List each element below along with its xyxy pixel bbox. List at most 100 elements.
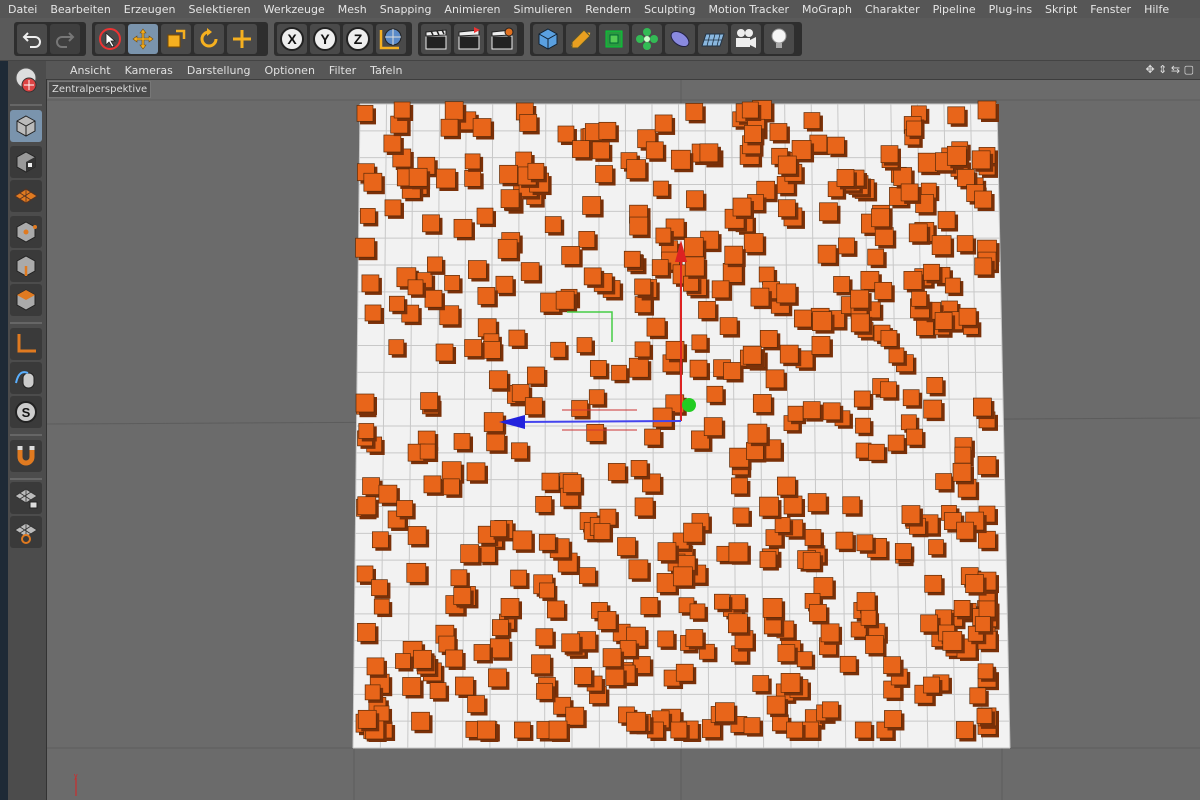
- cube-instance[interactable]: [464, 339, 485, 360]
- cube-instance[interactable]: [579, 567, 599, 587]
- cube-instance[interactable]: [486, 432, 508, 454]
- cube-instance[interactable]: [871, 208, 893, 230]
- cube-instance[interactable]: [723, 362, 744, 383]
- menu-mesh[interactable]: Mesh: [338, 3, 367, 16]
- cube-instance[interactable]: [777, 644, 798, 665]
- viewport-menu-filter[interactable]: Filter: [329, 64, 356, 77]
- workplane-align-button[interactable]: [10, 516, 42, 548]
- cube-instance[interactable]: [634, 341, 654, 360]
- cube-instance[interactable]: [719, 317, 741, 338]
- cube-instance[interactable]: [548, 720, 571, 742]
- cube-instance[interactable]: [860, 609, 880, 629]
- magnet-button[interactable]: [10, 440, 42, 472]
- cube-instance[interactable]: [591, 141, 613, 162]
- cube-instance[interactable]: [923, 399, 945, 422]
- cube-object-button[interactable]: [533, 24, 563, 54]
- cube-instance[interactable]: [958, 307, 980, 329]
- live-selection-button[interactable]: [95, 24, 125, 54]
- cube-instance[interactable]: [500, 189, 523, 211]
- cube-instance[interactable]: [453, 587, 474, 608]
- menu-selektieren[interactable]: Selektieren: [189, 3, 251, 16]
- cube-instance[interactable]: [884, 710, 905, 731]
- cube-instance[interactable]: [628, 357, 652, 381]
- x-axis-lock-button[interactable]: X: [277, 24, 307, 54]
- cube-instance[interactable]: [460, 544, 482, 566]
- cube-instance[interactable]: [510, 569, 530, 590]
- rotate-tool-button[interactable]: [194, 24, 224, 54]
- cube-instance[interactable]: [777, 476, 799, 499]
- cube-instance[interactable]: [827, 136, 848, 158]
- cube-instance[interactable]: [965, 574, 987, 596]
- cube-instance[interactable]: [804, 529, 824, 549]
- redo-button[interactable]: [50, 24, 80, 54]
- cube-instance[interactable]: [865, 635, 887, 657]
- cube-instance[interactable]: [586, 424, 607, 445]
- cube-instance[interactable]: [711, 280, 733, 301]
- cube-instance[interactable]: [473, 644, 493, 664]
- cube-instance[interactable]: [683, 237, 707, 260]
- cube-instance[interactable]: [395, 653, 414, 672]
- cube-instance[interactable]: [850, 313, 873, 335]
- cube-instance[interactable]: [724, 245, 746, 268]
- cube-instance[interactable]: [894, 543, 915, 563]
- cube-instance[interactable]: [626, 159, 649, 182]
- y-axis-lock-button[interactable]: Y: [310, 24, 340, 54]
- subdivision-surface-button[interactable]: [599, 24, 629, 54]
- cube-instance[interactable]: [854, 721, 875, 741]
- cube-instance[interactable]: [644, 428, 664, 449]
- cube-instance[interactable]: [765, 369, 788, 391]
- coordinate-system-button[interactable]: [376, 24, 406, 54]
- cube-instance[interactable]: [743, 233, 767, 256]
- cube-instance[interactable]: [880, 381, 900, 401]
- cube-instance[interactable]: [488, 370, 511, 392]
- cube-instance[interactable]: [802, 551, 824, 573]
- cube-instance[interactable]: [971, 150, 994, 172]
- cube-instance[interactable]: [833, 276, 853, 296]
- cube-instance[interactable]: [924, 574, 945, 596]
- cube-instance[interactable]: [422, 214, 443, 235]
- cube-instance[interactable]: [729, 594, 749, 613]
- cube-instance[interactable]: [880, 145, 901, 166]
- menu-bearbeiten[interactable]: Bearbeiten: [50, 3, 110, 16]
- cube-instance[interactable]: [973, 397, 995, 420]
- axis-mode-button[interactable]: [10, 328, 42, 360]
- cube-instance[interactable]: [440, 118, 461, 140]
- cube-instance[interactable]: [455, 676, 477, 698]
- cube-instance[interactable]: [419, 443, 439, 463]
- cube-instance[interactable]: [393, 101, 414, 121]
- cube-instance[interactable]: [974, 190, 995, 212]
- palette-toggle-button[interactable]: [10, 64, 42, 96]
- cube-instance[interactable]: [478, 545, 499, 566]
- cube-instance[interactable]: [544, 216, 565, 236]
- recent-tool-button[interactable]: [227, 24, 257, 54]
- cube-instance[interactable]: [373, 598, 393, 618]
- cube-instance[interactable]: [728, 613, 751, 636]
- cube-instance[interactable]: [706, 385, 726, 406]
- viewport-menu-kameras[interactable]: Kameras: [125, 64, 173, 77]
- cube-instance[interactable]: [508, 329, 528, 350]
- cube-instance[interactable]: [607, 463, 629, 484]
- cube-instance[interactable]: [602, 648, 625, 670]
- menu-mograph[interactable]: MoGraph: [802, 3, 852, 16]
- cube-instance[interactable]: [935, 473, 955, 493]
- cube-instance[interactable]: [561, 246, 583, 268]
- cube-instance[interactable]: [363, 172, 385, 195]
- cube-instance[interactable]: [978, 530, 999, 552]
- cube-instance[interactable]: [371, 531, 392, 551]
- scale-tool-button[interactable]: [161, 24, 191, 54]
- cube-instance[interactable]: [779, 344, 802, 367]
- cube-instance[interactable]: [626, 711, 649, 735]
- cube-instance[interactable]: [539, 582, 558, 601]
- cube-instance[interactable]: [747, 423, 770, 447]
- cube-instance[interactable]: [853, 390, 874, 410]
- move-tool-button[interactable]: [128, 24, 158, 54]
- cube-instance[interactable]: [976, 708, 995, 727]
- cube-instance[interactable]: [728, 542, 751, 565]
- cube-instance[interactable]: [443, 478, 463, 498]
- cube-instance[interactable]: [689, 603, 708, 622]
- cube-instance[interactable]: [774, 517, 794, 536]
- cube-instance[interactable]: [867, 248, 887, 269]
- cube-instance[interactable]: [359, 208, 379, 227]
- cube-instance[interactable]: [766, 695, 789, 718]
- cube-instance[interactable]: [835, 531, 856, 553]
